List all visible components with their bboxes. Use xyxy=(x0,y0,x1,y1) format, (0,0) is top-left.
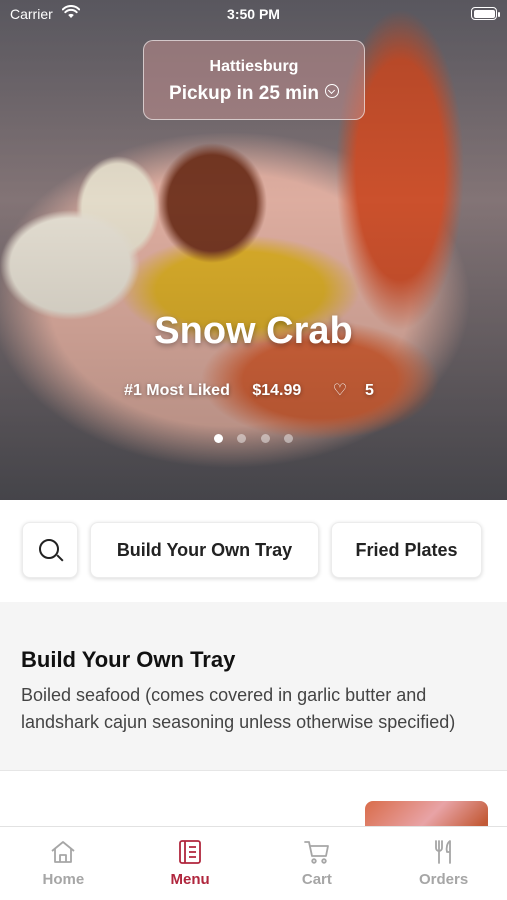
clock: 3:50 PM xyxy=(227,6,280,22)
cart-icon xyxy=(303,841,329,864)
tab-menu[interactable]: Menu xyxy=(127,827,254,900)
pickup-time: Pickup in 25 min xyxy=(144,83,364,105)
menu-icon xyxy=(179,840,202,864)
section-description: Boiled seafood (comes covered in garlic … xyxy=(21,685,456,732)
tab-orders[interactable]: Orders xyxy=(380,827,507,900)
carousel-dot[interactable] xyxy=(260,434,270,443)
tab-cart[interactable]: Cart xyxy=(254,827,381,900)
carousel-dot[interactable] xyxy=(213,434,223,443)
likes-count: ♡ 5 xyxy=(332,382,374,399)
heart-icon: ♡ xyxy=(332,382,348,399)
most-liked-badge: #1 Most Liked xyxy=(124,382,230,399)
tab-cart-label: Cart xyxy=(301,871,332,888)
menu-section: Build Your Own Tray Boiled seafood (come… xyxy=(0,602,507,770)
location-city: Hattiesburg xyxy=(209,58,299,75)
hero-banner[interactable]: Carrier 3:50 PM Hattiesburg Pickup in 25… xyxy=(0,0,507,500)
carousel-indicator[interactable] xyxy=(0,430,507,448)
location-selector[interactable]: Hattiesburg Pickup in 25 min xyxy=(143,40,365,120)
section-title: Build Your Own Tray xyxy=(21,647,236,672)
tab-bar: Home Menu Cart Orders xyxy=(0,826,507,900)
featured-price: $14.99 xyxy=(252,382,302,399)
tab-home-label: Home xyxy=(42,871,85,888)
carousel-dot[interactable] xyxy=(284,434,294,443)
featured-item-meta: #1 Most Liked $14.99 ♡ 5 xyxy=(0,380,507,400)
carousel-dot[interactable] xyxy=(237,434,247,443)
featured-item-title: Snow Crab xyxy=(154,310,353,352)
fork-knife-icon xyxy=(434,840,451,864)
tab-menu-label: Menu xyxy=(170,871,210,888)
menu-item-image[interactable] xyxy=(365,801,488,828)
category-build-your-own-tray[interactable]: Build Your Own Tray xyxy=(90,522,319,578)
chevron-down-circle-icon xyxy=(324,84,339,98)
status-bar: Carrier 3:50 PM xyxy=(0,0,507,28)
tab-orders-label: Orders xyxy=(419,871,469,888)
search-button[interactable] xyxy=(22,522,78,578)
search-icon xyxy=(38,538,59,559)
home-icon xyxy=(51,841,75,863)
menu-item-list xyxy=(0,770,507,828)
category-fried-plates[interactable]: Fried Plates xyxy=(331,522,482,578)
battery-icon xyxy=(471,7,500,20)
category-bar: Build Your Own Tray Fried Plates xyxy=(0,500,507,602)
tab-home[interactable]: Home xyxy=(0,827,127,900)
